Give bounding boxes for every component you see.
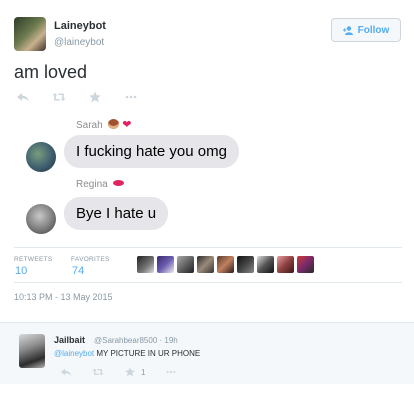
- reply-author-name[interactable]: Jailbait: [54, 335, 85, 345]
- favorites-label: FAVORITES: [71, 256, 110, 263]
- tweet-timestamp[interactable]: 10:13 PM - 13 May 2015: [14, 292, 113, 302]
- favoriter-avatar[interactable]: [197, 256, 214, 273]
- reply-favorite-count: 1: [141, 367, 146, 377]
- monkey-emoji-icon: [108, 119, 120, 129]
- reply-text: @laineybot MY PICTURE IN UR PHONE: [54, 349, 200, 358]
- reply-icon[interactable]: [60, 367, 72, 377]
- follow-label: Follow: [357, 24, 390, 36]
- favoriter-avatar[interactable]: [137, 256, 154, 273]
- favoriter-avatar[interactable]: [297, 256, 314, 273]
- divider: [14, 247, 402, 248]
- favoriter-avatar[interactable]: [177, 256, 194, 273]
- sender-avatar: [26, 204, 56, 234]
- favorite-icon[interactable]: [88, 91, 102, 103]
- favoriter-avatar[interactable]: [157, 256, 174, 273]
- heart-emoji-icon: ❤: [122, 119, 132, 131]
- kiss-lips-emoji-icon: [113, 180, 125, 186]
- favoriter-avatar[interactable]: [277, 256, 294, 273]
- message-bubble: I fucking hate you omg: [64, 135, 239, 168]
- favoriter-avatar[interactable]: [217, 256, 234, 273]
- author-avatar[interactable]: [14, 17, 46, 51]
- favoriter-avatar[interactable]: [237, 256, 254, 273]
- reply-icon[interactable]: [16, 91, 30, 103]
- reply-body: MY PICTURE IN UR PHONE: [96, 349, 201, 358]
- reply-mention[interactable]: @laineybot: [54, 349, 94, 358]
- reply-author-handle[interactable]: @Sarahbear8500 · 19h: [94, 336, 178, 345]
- tweet-text: am loved: [14, 62, 88, 82]
- message-bubble: Bye I hate u: [64, 197, 169, 230]
- more-icon[interactable]: [165, 367, 177, 377]
- favoriter-avatar[interactable]: [257, 256, 274, 273]
- author-display-name[interactable]: Laineybot: [54, 20, 106, 32]
- sender-avatar: [26, 142, 56, 172]
- favoriters-avatars: [137, 256, 314, 273]
- follow-person-icon: [342, 25, 353, 35]
- embedded-message-image[interactable]: Sarah ❤ I fucking hate you omg Regina By…: [14, 112, 404, 242]
- more-icon[interactable]: [124, 91, 138, 103]
- author-handle[interactable]: @laineybot: [54, 37, 104, 48]
- reply-author-avatar[interactable]: [19, 334, 45, 368]
- message-sender: Sarah ❤: [76, 119, 132, 131]
- favorites-count[interactable]: 74: [72, 265, 84, 277]
- retweets-count[interactable]: 10: [15, 265, 27, 277]
- message-sender: Regina: [76, 179, 125, 190]
- retweet-icon[interactable]: [92, 367, 104, 377]
- follow-button[interactable]: Follow: [331, 18, 401, 42]
- retweet-icon[interactable]: [52, 91, 66, 103]
- divider: [14, 282, 402, 283]
- reply-actions: 1: [60, 367, 177, 377]
- retweets-label: RETWEETS: [14, 256, 53, 263]
- favorite-icon[interactable]: 1: [124, 367, 145, 377]
- tweet-actions: [16, 91, 138, 103]
